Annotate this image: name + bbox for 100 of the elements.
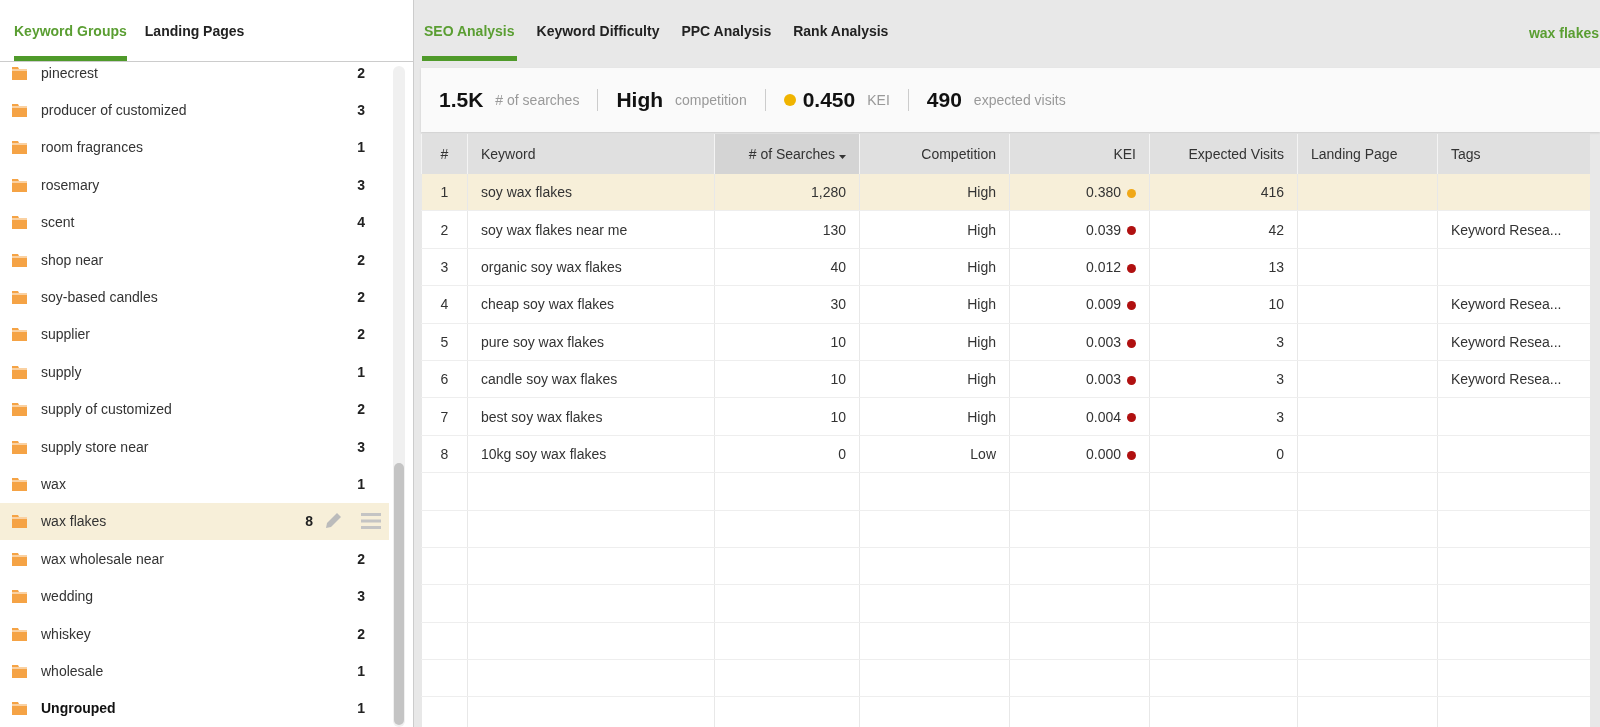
group-count: 2 [356, 64, 365, 81]
table-cell: 10 [1149, 285, 1298, 324]
group-count: 2 [356, 625, 365, 642]
stat-value: 1.5K [439, 88, 484, 112]
group-count: 2 [356, 550, 365, 567]
keyword-group-item[interactable]: producer of customized 3 [0, 91, 389, 129]
column-header[interactable]: Keyword [467, 134, 715, 174]
keyword-group-item[interactable]: scent 4 [0, 203, 389, 241]
table-cell: 3 [1149, 397, 1298, 436]
keyword-group-item[interactable]: wax wholesale near 2 [0, 540, 389, 578]
table-cell: 10kg soy wax flakes [467, 435, 715, 473]
keyword-group-item[interactable]: supplier 2 [0, 315, 389, 354]
kei-cell: 0.000 [1009, 435, 1150, 473]
group-name: wax flakes [41, 513, 108, 530]
row-number: 7 [421, 397, 468, 436]
folder-icon [12, 701, 27, 716]
column-header[interactable]: Expected Visits [1149, 134, 1298, 174]
table-cell: High [859, 285, 1010, 324]
analysis-tab[interactable]: PPC Analysis [679, 0, 774, 61]
folder-icon [12, 364, 27, 379]
kei-cell: 0.004 [1009, 397, 1150, 436]
group-name: pinecrest [41, 64, 99, 81]
folder-icon [12, 626, 27, 641]
table-cell: soy wax flakes near me [467, 210, 715, 249]
keyword-group-item[interactable]: pinecrest 2 [0, 62, 389, 92]
keyword-group-item[interactable]: shop near 2 [0, 240, 389, 279]
table-cell: 3 [1149, 360, 1298, 398]
group-count: 1 [356, 363, 365, 380]
group-count: 4 [356, 214, 365, 231]
keyword-group-item[interactable]: wax 1 [0, 465, 389, 503]
stat-label: # of searches [495, 92, 580, 108]
row-number: 2 [421, 210, 468, 249]
table-cell: High [859, 210, 1010, 249]
tag-cell: Keyword Resea... [1437, 285, 1590, 324]
tag-cell: Keyword Resea... [1437, 360, 1590, 398]
column-header[interactable]: # of Searches [714, 134, 860, 174]
table-cell: 416 [1149, 174, 1298, 211]
row-number: 3 [421, 248, 468, 286]
group-name: wax [41, 476, 67, 492]
row-number: 4 [421, 285, 468, 324]
table-cell: cheap soy wax flakes [467, 285, 715, 324]
keyword-group-item[interactable]: soy-based candles 2 [0, 278, 389, 316]
column-header[interactable]: Tags [1437, 134, 1590, 174]
kei-cell: 0.003 [1009, 323, 1150, 361]
table-cell: pure soy wax flakes [467, 323, 715, 361]
group-count: 1 [356, 476, 365, 492]
table-cell: Low [859, 435, 1010, 473]
folder-icon [12, 140, 27, 155]
tag-cell: Keyword Resea... [1437, 210, 1590, 249]
folder-icon [12, 215, 27, 230]
column-header[interactable]: # [421, 134, 468, 174]
group-name: room fragrances [41, 139, 144, 156]
column-header[interactable]: KEI [1009, 134, 1150, 174]
group-title: wax flakes [1528, 23, 1599, 41]
folder-icon [12, 589, 27, 604]
stat-label: competition [675, 92, 747, 108]
kei-cell: 0.380 [1009, 174, 1150, 211]
scrollbar[interactable] [393, 66, 405, 727]
keyword-group-item[interactable]: Ungrouped 1 [0, 689, 389, 727]
group-name: wax wholesale near [41, 550, 165, 567]
group-count: 2 [356, 401, 365, 418]
keyword-group-item[interactable]: supply store near 3 [0, 427, 389, 466]
folder-icon [12, 551, 27, 566]
stat-value: High [616, 88, 664, 112]
table-cell: best soy wax flakes [467, 397, 715, 436]
folder-icon [12, 327, 27, 342]
group-name: supply of customized [41, 401, 173, 418]
group-name: supply [41, 363, 83, 380]
keyword-group-item[interactable]: room fragrances 1 [0, 128, 389, 167]
group-name: producer of customized [41, 102, 188, 119]
group-name: shop near [41, 251, 105, 268]
keyword-group-item[interactable]: whiskey 2 [0, 614, 389, 653]
menu-icon[interactable] [361, 513, 381, 530]
group-name: rosemary [41, 176, 101, 193]
table-cell: 42 [1149, 210, 1298, 249]
keyword-group-item[interactable]: rosemary 3 [0, 166, 389, 204]
table-cell: organic soy wax flakes [467, 248, 715, 286]
keyword-group-item[interactable]: wax flakes 8 [0, 502, 389, 541]
column-header[interactable]: Landing Page [1297, 134, 1438, 174]
folder-icon [12, 103, 27, 118]
row-number: 1 [421, 174, 468, 211]
group-count: 1 [356, 139, 365, 156]
column-header[interactable]: Competition [859, 134, 1010, 174]
group-name: soy-based candles [41, 289, 159, 306]
keyword-group-item[interactable]: wholesale 1 [0, 652, 389, 690]
row-number: 6 [421, 360, 468, 398]
table-cell: candle soy wax flakes [467, 360, 715, 398]
folder-icon [12, 65, 27, 80]
keyword-group-item[interactable]: wedding 3 [0, 577, 389, 615]
kei-cell: 0.039 [1009, 210, 1150, 249]
table-cell: 10 [714, 360, 860, 398]
analysis-tab[interactable]: Rank Analysis [791, 0, 891, 61]
kei-cell: 0.012 [1009, 248, 1150, 286]
keyword-group-item[interactable]: supply of customized 2 [0, 390, 389, 428]
folder-icon [12, 439, 27, 454]
analysis-tab[interactable]: Keyword Difficulty [534, 0, 662, 61]
group-count: 3 [356, 176, 365, 193]
sidebar-tab[interactable]: Landing Pages [144, 0, 245, 61]
keyword-group-item[interactable]: supply 1 [0, 353, 389, 391]
folder-icon [12, 402, 27, 417]
